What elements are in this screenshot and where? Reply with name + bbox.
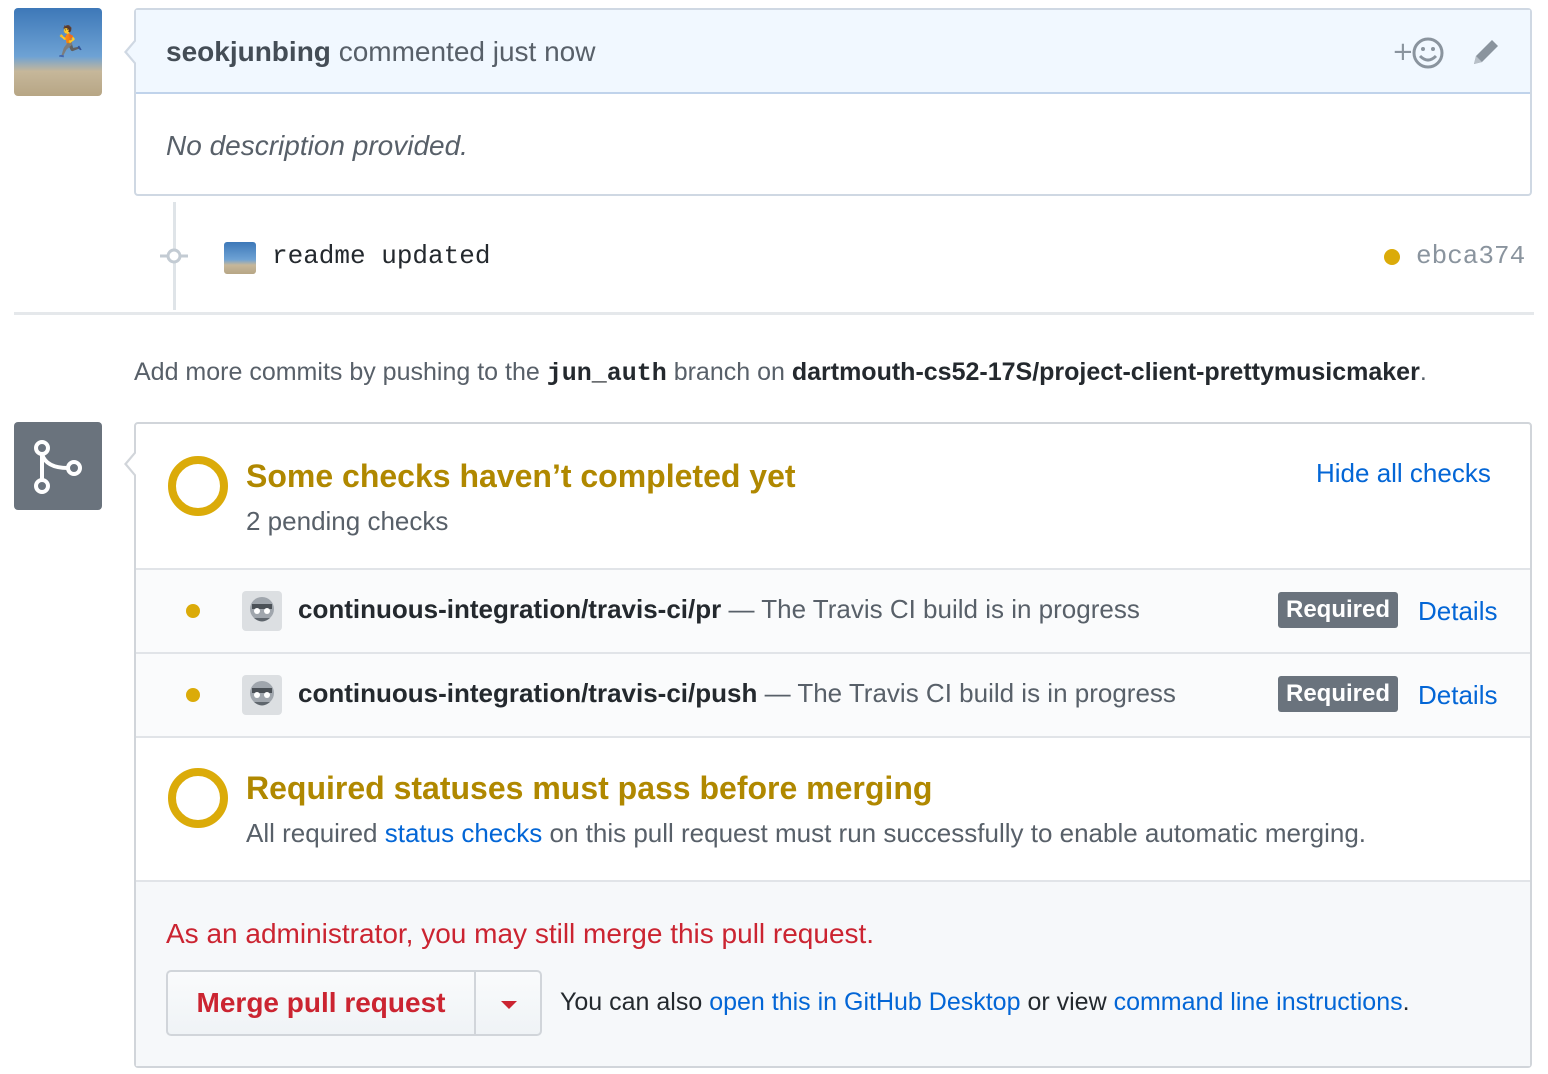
check-row: continuous-integration/travis-ci/pr — Th… (136, 568, 1530, 652)
check-details-link[interactable]: Details (1418, 680, 1497, 711)
check-details-link[interactable]: Details (1418, 596, 1497, 627)
svg-text:+: + (1392, 37, 1414, 67)
commit-status-pending-icon[interactable] (1384, 249, 1400, 265)
merge-pull-request-button[interactable]: Merge pull request (166, 970, 474, 1036)
checks-title: Some checks haven’t completed yet (246, 458, 796, 494)
required-statuses-section: Required statuses must pass before mergi… (136, 736, 1530, 882)
check-row: continuous-integration/travis-ci/push — … (136, 652, 1530, 736)
check-context: continuous-integration/travis-ci/push (298, 678, 758, 708)
push-hint-suffix: . (1419, 358, 1427, 386)
required-description: All required status checks on this pull … (246, 818, 1366, 849)
pending-status-icon (168, 456, 228, 516)
pending-status-icon (168, 768, 228, 828)
push-hint-prefix: Add more commits by pushing to the (134, 358, 540, 386)
status-checks-link[interactable]: status checks (385, 818, 543, 848)
hide-all-checks-link[interactable]: Hide all checks (1316, 458, 1491, 489)
comment-body: No description provided. (166, 130, 468, 161)
add-reaction-icon[interactable]: + (1392, 36, 1448, 76)
push-hint: Add more commits by pushing to the jun_a… (134, 358, 1427, 388)
check-text: continuous-integration/travis-ci/push — … (298, 678, 1176, 709)
comment-action: commented just now (338, 36, 596, 67)
commit-author-avatar[interactable] (224, 242, 256, 274)
travis-ci-avatar-icon (242, 675, 282, 715)
check-description: — The Travis CI build is in progress (757, 678, 1176, 708)
git-merge-icon (14, 422, 102, 510)
push-hint-middle: branch on (673, 358, 785, 386)
check-text: continuous-integration/travis-ci/pr — Th… (298, 594, 1140, 625)
also-middle: or view (1027, 988, 1107, 1016)
merge-status-box: Some checks haven’t completed yet 2 pend… (124, 422, 1532, 1068)
branch-name: jun_auth (546, 359, 667, 388)
required-badge: Required (1278, 676, 1399, 712)
command-line-instructions-link[interactable]: command line instructions (1114, 988, 1403, 1016)
check-description: — The Travis CI build is in progress (721, 594, 1140, 624)
admin-note: As an administrator, you may still merge… (166, 918, 875, 949)
caret-down-icon (501, 1001, 517, 1009)
comment-header: seokjunbing commented just now + (127, 10, 1530, 94)
comment-author-link[interactable]: seokjunbing (166, 36, 331, 67)
commit-sha-link[interactable]: ebca374 (1416, 241, 1525, 271)
pencil-icon[interactable] (1470, 36, 1502, 74)
also-prefix: You can also (560, 988, 703, 1016)
merge-method-dropdown-button[interactable] (474, 970, 542, 1036)
commit-node-icon (160, 248, 188, 264)
check-pending-icon (186, 688, 200, 702)
required-text-after: on this pull request must run successful… (549, 818, 1367, 848)
repo-name: dartmouth-cs52-17S/project-client-pretty… (791, 358, 1420, 386)
also-suffix: . (1402, 988, 1410, 1016)
avatar-person-icon: 🏃 (50, 26, 88, 59)
required-badge: Required (1278, 592, 1399, 628)
travis-ci-avatar-icon (242, 591, 282, 631)
commit-message-link[interactable]: readme updated (272, 241, 490, 271)
github-desktop-link[interactable]: open this in GitHub Desktop (709, 988, 1020, 1016)
author-avatar[interactable]: 🏃 (14, 8, 102, 96)
section-divider (14, 312, 1534, 315)
required-text-before: All required (246, 818, 378, 848)
required-title: Required statuses must pass before mergi… (246, 770, 933, 806)
checks-subtitle: 2 pending checks (246, 506, 449, 536)
comment-box: seokjunbing commented just now + No desc… (124, 8, 1532, 196)
check-context: continuous-integration/travis-ci/pr (298, 594, 722, 624)
comment-title: seokjunbing commented just now (166, 36, 595, 68)
check-pending-icon (186, 604, 200, 618)
merge-alternatives: You can also open this in GitHub Desktop… (560, 988, 1410, 1017)
merge-actions-section: As an administrator, you may still merge… (136, 880, 1530, 1066)
